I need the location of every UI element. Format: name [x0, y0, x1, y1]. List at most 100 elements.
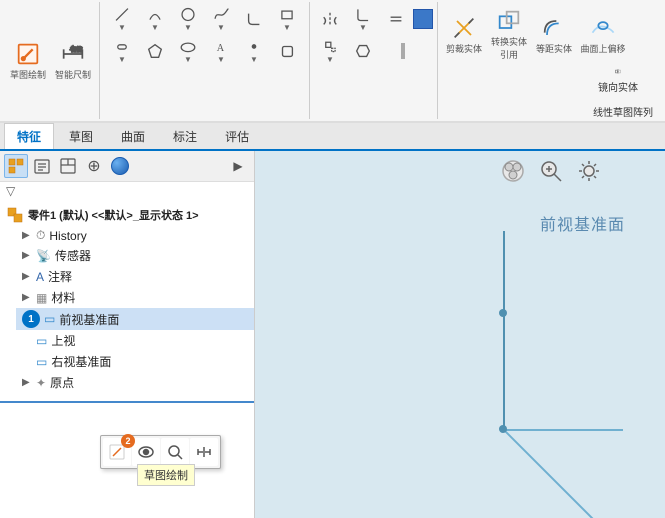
- ctx-eye-button[interactable]: [132, 438, 160, 466]
- sketch-chamfer-button[interactable]: [347, 36, 379, 66]
- line-tools-row: ▼ ▼ ▼ ▼: [106, 4, 303, 34]
- tree-item-top-view[interactable]: ▭ 上视: [16, 330, 254, 351]
- expand-arrow-history: ▶: [22, 230, 34, 241]
- axis-diagonal-container: [503, 429, 643, 518]
- tab-dimension[interactable]: 标注: [160, 123, 210, 149]
- target-btn[interactable]: ⊕: [82, 154, 106, 178]
- tab-feature[interactable]: 特征: [4, 123, 54, 149]
- axis-dot-1: [499, 309, 507, 317]
- spline-button[interactable]: ▼: [205, 4, 237, 34]
- part-name: 零件1 (默认) <<默认>_显示状态 1>: [28, 207, 199, 223]
- feature-tree: 零件1 (默认) <<默认>_显示状态 1> ▶ ⏱ History ▶ 📡 传…: [0, 200, 254, 518]
- material-row-container: ▶ ▦ 材料: [0, 287, 254, 308]
- zoom-btn[interactable]: [535, 155, 567, 187]
- slot-button[interactable]: ▼: [106, 36, 138, 66]
- line-button[interactable]: ▼: [106, 4, 138, 34]
- tree-item-material[interactable]: ▶ ▦ 材料: [16, 287, 254, 308]
- trim-entity-button[interactable]: 剪裁实体: [442, 4, 486, 64]
- bottom-line: [0, 401, 254, 403]
- light-btn[interactable]: [573, 155, 605, 187]
- draw-tools-row1: 草图绘制 智能 智能尺制: [6, 31, 95, 91]
- ellipse-button[interactable]: ▼: [172, 36, 204, 66]
- tree-item-sensor[interactable]: ▶ 📡 传感器: [16, 245, 254, 266]
- sketch-draw-button[interactable]: 草图绘制: [6, 31, 50, 91]
- point-button[interactable]: ▼: [238, 36, 270, 66]
- tree-item-history[interactable]: ▶ ⏱ History: [16, 226, 254, 245]
- viewport-label: 前视基准面: [540, 211, 625, 235]
- ribbon-left-tools: 草图绘制 智能 智能尺制: [2, 2, 100, 119]
- right-tools-section: 剪裁实体 转换实体引用 等距实体: [438, 2, 665, 119]
- expand-btn[interactable]: ▶: [226, 154, 250, 178]
- view-rotate-btn[interactable]: [497, 155, 529, 187]
- arc-button[interactable]: ▼: [139, 4, 171, 34]
- polygon-button[interactable]: [139, 36, 171, 66]
- offset-entity-button[interactable]: 等距实体: [532, 4, 576, 64]
- tab-surface[interactable]: 曲面: [108, 123, 158, 149]
- viewport[interactable]: 前视基准面: [255, 151, 665, 518]
- extra-row2: ▼: [314, 36, 433, 66]
- expand-arrow-material: ▶: [22, 292, 34, 303]
- front-view-label: 前视基准面: [59, 311, 119, 328]
- text-button[interactable]: A ▼: [205, 36, 237, 66]
- front-view-icon: ▭: [44, 312, 55, 326]
- annotation-label: 注释: [48, 268, 72, 285]
- right-row2: 镜向实体: [442, 66, 665, 96]
- solid-square-indicator: [413, 9, 433, 29]
- divider-vertical: [401, 43, 405, 59]
- surface-offset-button[interactable]: 曲面上偏移: [577, 4, 629, 64]
- origin-icon: ✦: [36, 376, 46, 390]
- more-shapes-button[interactable]: [271, 36, 303, 66]
- extra-row1: ▼: [314, 4, 433, 34]
- tree-item-right-view[interactable]: ▭ 右视基准面: [16, 351, 254, 372]
- property-btn[interactable]: [30, 154, 54, 178]
- ctx-zoom-button[interactable]: [161, 438, 189, 466]
- right-view-label: 右视基准面: [51, 353, 111, 370]
- part-icon: [6, 206, 24, 224]
- partial-arc-button[interactable]: [238, 4, 270, 34]
- material-icon: ▦: [36, 291, 47, 305]
- construction-button[interactable]: ▼: [314, 36, 346, 66]
- right-row1: 剪裁实体 转换实体引用 等距实体: [442, 4, 665, 64]
- tab-sketch[interactable]: 草图: [56, 123, 106, 149]
- ribbon-toolbar: 草图绘制 智能 智能尺制: [0, 0, 665, 123]
- tab-bar: 特征 草图 曲面 标注 评估: [0, 123, 665, 151]
- part-header[interactable]: 零件1 (默认) <<默认>_显示状态 1>: [0, 204, 254, 226]
- smart-dimension-label: 智能尺制: [55, 68, 91, 81]
- equal-button[interactable]: [380, 4, 412, 34]
- expand-arrow-annotation: ▶: [22, 271, 34, 282]
- tab-evaluate[interactable]: 评估: [212, 123, 262, 149]
- smart-dimension-button[interactable]: 智能 智能尺制: [51, 31, 95, 91]
- annotation-icon: A: [36, 270, 44, 284]
- top-view-icon: ▭: [36, 334, 47, 348]
- convert-entity-button[interactable]: 转换实体引用: [487, 4, 531, 64]
- config-btn[interactable]: [56, 154, 80, 178]
- blue-circle-btn[interactable]: [108, 154, 132, 178]
- filter-icon: ▽: [6, 184, 15, 198]
- main-content: ⊕ ▶ ▽ 零件1 (默认) <<: [0, 151, 665, 518]
- offset-entity-label: 等距实体: [536, 42, 572, 55]
- history-icon: ⏱: [36, 228, 45, 243]
- panel-toolbar: ⊕ ▶: [0, 151, 254, 182]
- svg-text:智能: 智能: [71, 46, 83, 54]
- top-view-label: 上视: [51, 332, 75, 349]
- shape-tools-row: ▼ ▼ A: [106, 36, 303, 66]
- fillet-button[interactable]: ▼: [347, 4, 379, 34]
- ctx-dimension-button[interactable]: [190, 438, 218, 466]
- tree-item-origin[interactable]: ▶ ✦ 原点: [16, 372, 254, 393]
- right-view-icon: ▭: [36, 355, 47, 369]
- sensor-icon: 📡: [36, 249, 51, 263]
- trim-entity-label: 剪裁实体: [446, 42, 482, 55]
- sensor-label: 传感器: [55, 247, 91, 264]
- sketch-draw-label: 草图绘制: [10, 70, 46, 81]
- expand-arrow-sensor: ▶: [22, 250, 34, 261]
- axis-vertical-line: [503, 231, 505, 431]
- rect-button[interactable]: ▼: [271, 4, 303, 34]
- circle-button[interactable]: ▼: [172, 4, 204, 34]
- tree-item-annotation[interactable]: ▶ A 注释: [16, 266, 254, 287]
- feature-tree-btn[interactable]: [4, 154, 28, 178]
- mirror-entity-button[interactable]: 镜向实体: [573, 66, 663, 96]
- filter-row: ▽: [0, 182, 254, 200]
- tree-item-front-view[interactable]: 1 ▭ 前视基准面: [16, 308, 254, 330]
- drawing-tools-section: ▼ ▼ ▼ ▼: [100, 2, 310, 119]
- mirror-line-button[interactable]: [314, 4, 346, 34]
